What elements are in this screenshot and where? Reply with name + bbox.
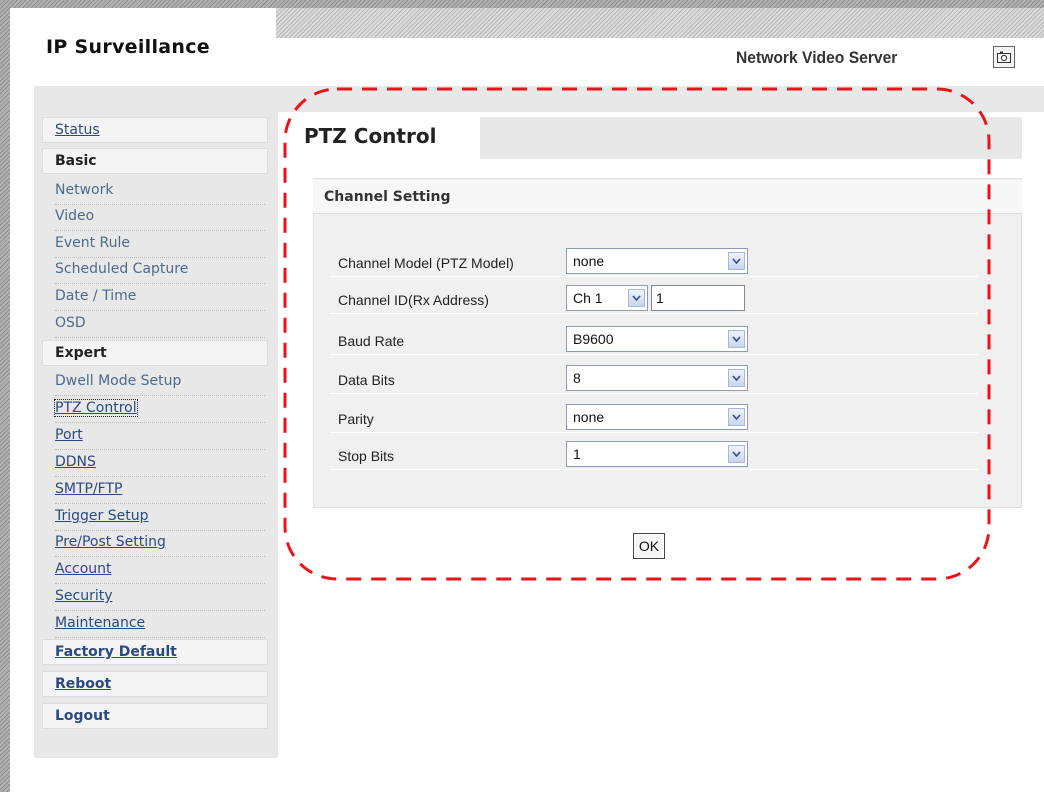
header-strip [276, 8, 1044, 38]
sidebar-item-label[interactable]: Status [55, 122, 100, 138]
sidebar-item-maintenance[interactable]: Maintenance [55, 611, 265, 638]
sidebar-item-factory-default[interactable]: Factory Default [42, 639, 268, 665]
sidebar-item-pre-post-setting[interactable]: Pre/Post Setting [55, 530, 265, 557]
sidebar-item-trigger-setup[interactable]: Trigger Setup [55, 504, 265, 531]
sidebar-item-port[interactable]: Port [55, 423, 265, 450]
sidebar-item-label[interactable]: Factory Default [55, 644, 177, 660]
sidebar-item-dwell-mode-setup[interactable]: Dwell Mode Setup [55, 369, 265, 396]
sidebar-item-reboot[interactable]: Reboot [42, 671, 268, 697]
product-name: Network Video Server [736, 48, 898, 67]
sidebar-heading-expert: Expert [42, 340, 268, 366]
highlight-outline [283, 87, 991, 581]
sidebar-item-osd[interactable]: OSD [55, 311, 265, 338]
sidebar-item-ptz-control[interactable]: PTZ Control [54, 396, 265, 423]
sidebar-item-scheduled-capture[interactable]: Scheduled Capture [55, 257, 265, 284]
sidebar-item-label[interactable]: Reboot [55, 676, 111, 692]
sidebar-item-video[interactable]: Video [55, 204, 265, 231]
sidebar-heading-basic: Basic [42, 148, 268, 174]
sidebar-item-label[interactable]: PTZ Control [54, 399, 138, 417]
sidebar-item-network[interactable]: Network [55, 178, 265, 205]
snapshot-button[interactable] [993, 46, 1015, 68]
sidebar-item-smtp-ftp[interactable]: SMTP/FTP [55, 477, 265, 504]
sidebar-item-ddns[interactable]: DDNS [55, 450, 265, 477]
app-logo: IP Surveillance [46, 36, 210, 58]
sidebar-item-logout[interactable]: Logout [42, 703, 268, 729]
sidebar-item-date-time[interactable]: Date / Time [55, 284, 265, 311]
camera-icon [997, 51, 1011, 63]
sidebar-item-event-rule[interactable]: Event Rule [55, 231, 265, 258]
sidebar-item-account[interactable]: Account [55, 557, 265, 584]
sidebar-item-status[interactable]: Status [42, 117, 268, 143]
sidebar-item-security[interactable]: Security [55, 584, 265, 611]
